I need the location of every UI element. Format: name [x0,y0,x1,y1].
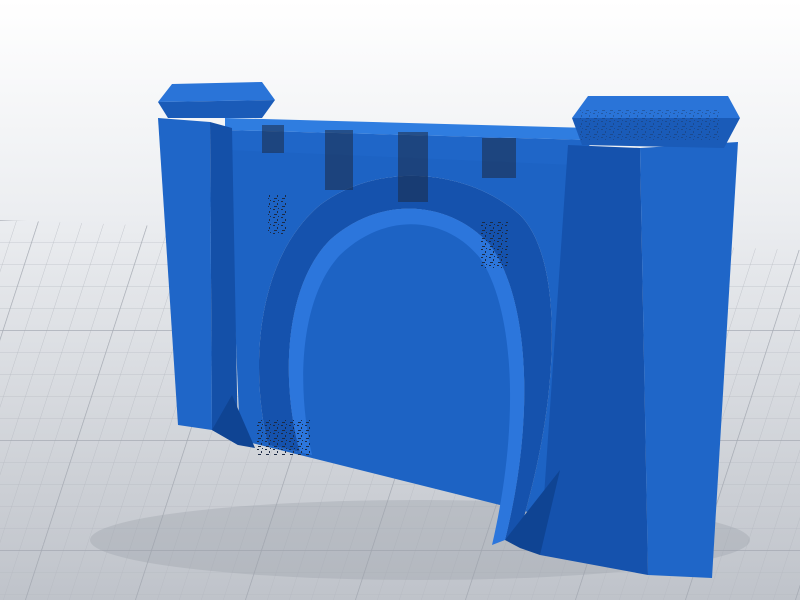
left-pillar-cap-top [158,82,275,102]
texture-patch [480,222,508,268]
frame-block [262,125,284,153]
left-pillar-cap-front [158,100,275,118]
frame-block [325,130,353,190]
texture-patch [268,195,286,235]
render-viewport [0,0,800,600]
frame-block [398,132,428,202]
texture-patch [255,420,310,455]
frame-block [482,138,516,178]
texture-patch [580,110,720,140]
